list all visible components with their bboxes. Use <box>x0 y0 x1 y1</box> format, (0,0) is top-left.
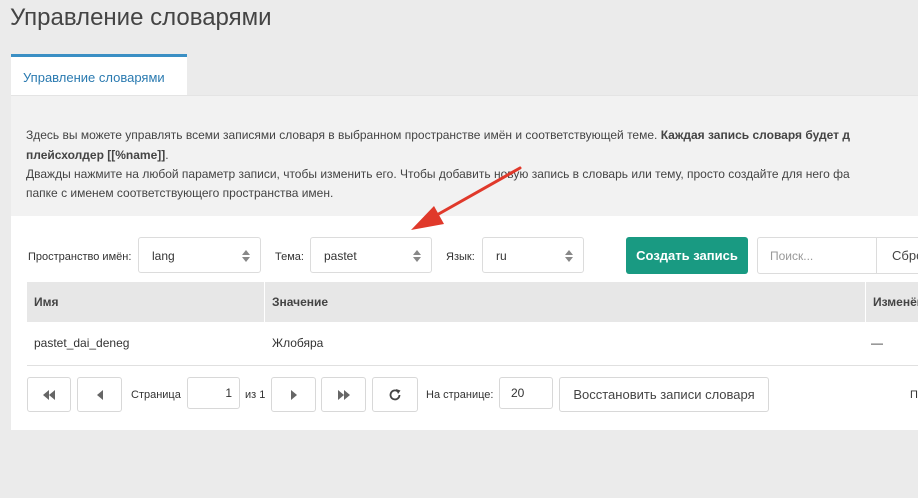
cell-value[interactable]: Жлобяра <box>272 322 323 365</box>
table-row[interactable]: pastet_dai_deneg Жлобяра — <box>27 322 918 366</box>
info-line-3: Дважды нажмите на любой параметр записи,… <box>26 167 850 181</box>
table-header: Имя Значение Изменён <box>27 282 918 322</box>
page-label: Страница <box>131 389 181 401</box>
namespace-value: lang <box>152 249 175 263</box>
topic-select[interactable]: pastet <box>310 237 432 273</box>
tab-label: Управление словарями <box>23 70 165 85</box>
topic-label: Тема: <box>275 251 304 263</box>
page-title: Управление словарями <box>10 4 272 31</box>
info-box: Здесь вы можете управлять всеми записями… <box>11 95 918 216</box>
info-bold-text: Каждая запись словаря будет д <box>660 128 850 142</box>
namespace-select[interactable]: lang <box>138 237 261 273</box>
tab-dictionary-management[interactable]: Управление словарями <box>11 54 187 96</box>
up-down-arrows-icon <box>565 250 573 262</box>
cell-changed[interactable]: — <box>871 322 883 365</box>
cell-name[interactable]: pastet_dai_deneg <box>34 322 129 365</box>
create-entry-button[interactable]: Создать запись <box>626 237 748 274</box>
page-count-label: из 1 <box>245 389 266 401</box>
topic-value: pastet <box>324 249 357 263</box>
info-text: Здесь вы можете управлять всеми записями… <box>26 128 661 142</box>
reset-button[interactable]: Сбро <box>876 237 918 274</box>
refresh-icon <box>389 388 401 400</box>
up-down-arrows-icon <box>413 250 421 262</box>
language-select[interactable]: ru <box>482 237 584 273</box>
language-value: ru <box>496 249 507 263</box>
double-chevron-left-icon <box>43 389 55 400</box>
search-input[interactable] <box>757 237 877 274</box>
page-number-input[interactable]: 1 <box>187 377 240 409</box>
placeholder-text: плейсхолдер [[%name]] <box>26 148 166 162</box>
column-header-name[interactable]: Имя <box>27 282 264 322</box>
info-line-2: плейсхолдер [[%name]]. <box>26 148 169 162</box>
info-line-1: Здесь вы можете управлять всеми записями… <box>26 128 850 142</box>
up-down-arrows-icon <box>242 250 250 262</box>
info-text: . <box>165 148 169 162</box>
prev-page-button[interactable] <box>77 377 122 412</box>
per-page-input[interactable]: 20 <box>499 377 553 409</box>
double-chevron-right-icon <box>337 389 350 400</box>
last-page-button[interactable] <box>321 377 366 412</box>
info-line-4: папке с именем соответствующего простран… <box>26 186 334 200</box>
column-header-changed[interactable]: Изменён <box>865 282 918 322</box>
namespace-label: Пространство имён: <box>28 251 132 263</box>
per-page-label: На странице: <box>426 389 494 401</box>
paging-info-text: П <box>910 389 918 401</box>
chevron-right-icon <box>290 389 297 400</box>
refresh-button[interactable] <box>372 377 418 412</box>
column-header-value[interactable]: Значение <box>264 282 865 322</box>
first-page-button[interactable] <box>27 377 71 412</box>
next-page-button[interactable] <box>271 377 316 412</box>
restore-entries-button[interactable]: Восстановить записи словаря <box>559 377 769 412</box>
chevron-left-icon <box>96 389 103 400</box>
language-label: Язык: <box>446 251 475 263</box>
